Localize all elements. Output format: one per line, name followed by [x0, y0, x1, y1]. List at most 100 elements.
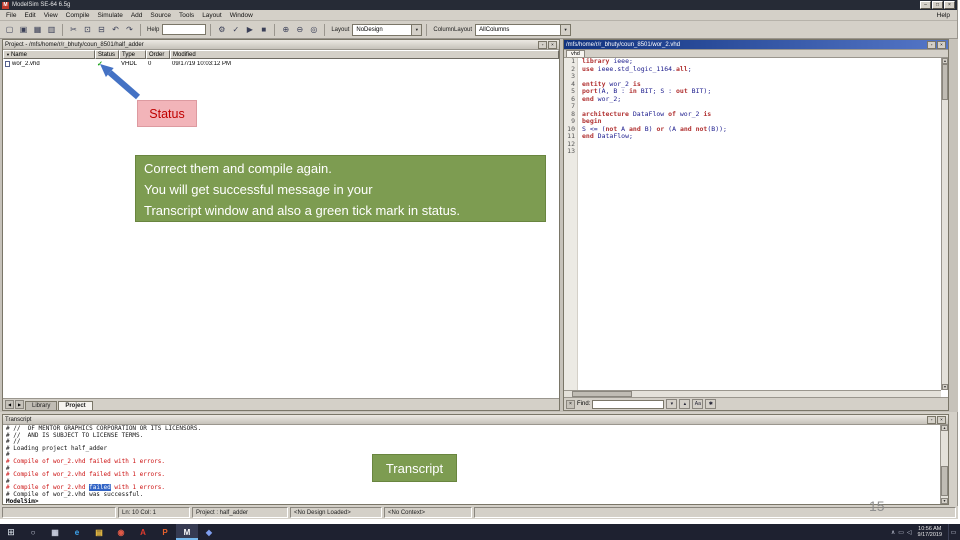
file-explorer-icon[interactable]: ▤ — [88, 524, 110, 540]
chevron-down-icon[interactable]: ▼ — [560, 24, 571, 35]
open-file-icon[interactable]: ▣ — [17, 23, 30, 36]
transcript-line: ModelSim> — [6, 497, 39, 504]
scroll-down-icon[interactable]: ▼ — [942, 384, 948, 390]
save-icon[interactable]: ▦ — [31, 23, 44, 36]
transcript-header[interactable]: Transcript ▫ × — [3, 415, 948, 425]
search-icon[interactable]: ○ — [22, 524, 44, 540]
task-view-icon[interactable]: ▦ — [44, 524, 66, 540]
taskbar-clock[interactable]: 10:56 AM 9/17/2019 — [915, 526, 945, 539]
start-button[interactable]: ⊞ — [0, 524, 22, 540]
menu-add[interactable]: Add — [127, 12, 147, 19]
scroll-up-icon[interactable]: ▲ — [941, 425, 948, 431]
print-icon[interactable]: ▥ — [45, 23, 58, 36]
editor-horizontal-scrollbar[interactable] — [564, 390, 941, 397]
chevron-down-icon[interactable]: ▼ — [411, 24, 422, 35]
tray-expand-icon[interactable]: ∧ — [891, 529, 895, 536]
maximize-button[interactable]: □ — [932, 1, 943, 9]
sort-indicator-icon: ▼ — [6, 52, 10, 57]
project-panel-header[interactable]: Project - /mfs/home/r/r_bhuty/coun_8501/… — [3, 40, 559, 50]
column-header-type[interactable]: Type — [119, 50, 146, 59]
redo-icon[interactable]: ↷ — [123, 23, 136, 36]
close-icon[interactable]: × — [548, 40, 557, 49]
network-icon[interactable]: ▭ — [898, 529, 904, 536]
find-previous-icon[interactable]: ▴ — [679, 399, 691, 409]
acrobat-icon[interactable]: A — [132, 524, 154, 540]
copy-icon[interactable]: ⊡ — [81, 23, 94, 36]
callout-box: Correct them and compile again. You will… — [135, 155, 546, 222]
project-panel: Project - /mfs/home/r/r_bhuty/coun_8501/… — [2, 39, 560, 411]
find-options-icon[interactable]: ✱ — [705, 399, 717, 409]
menu-layout[interactable]: Layout — [198, 12, 226, 19]
transcript-line: # Compile of wor_2.vhd failed with 1 err… — [6, 457, 165, 465]
close-icon[interactable]: × — [937, 415, 946, 424]
column-header-status[interactable]: Status — [95, 50, 119, 59]
toolbar-separator — [324, 23, 326, 36]
column-header-order[interactable]: Order — [146, 50, 170, 59]
dock-icon[interactable]: ▫ — [927, 415, 936, 424]
chrome-icon[interactable]: ◉ — [110, 524, 132, 540]
modelsim-icon[interactable]: M — [176, 524, 198, 540]
zoom-out-icon[interactable]: ⊖ — [293, 23, 307, 36]
notification-center-icon[interactable]: ▭ — [948, 524, 958, 540]
file-type: VHDL — [121, 60, 138, 67]
menu-edit[interactable]: Edit — [20, 12, 39, 19]
menu-file[interactable]: File — [2, 12, 20, 19]
find-next-icon[interactable]: ▾ — [666, 399, 678, 409]
dock-icon[interactable]: ▫ — [927, 40, 936, 49]
close-icon[interactable]: × — [937, 40, 946, 49]
transcript-scrollbar[interactable]: ▲ ▼ — [940, 425, 948, 504]
project-file-list[interactable]: wor_2.vhd ✓ VHDL 0 09/17/19 10:03:12 PM — [3, 59, 559, 398]
menu-view[interactable]: View — [40, 12, 62, 19]
menu-compile[interactable]: Compile — [62, 12, 94, 19]
editor-panel-header[interactable]: /mfs/home/r/r_bhuty/coun_8501/wor_2.vhd … — [564, 40, 948, 50]
tab-library[interactable]: Library — [25, 401, 58, 410]
titlebar: M ModelSim SE-64 6.5g – □ × — [0, 0, 957, 10]
scroll-down-icon[interactable]: ▼ — [941, 498, 948, 504]
compile-icon[interactable]: ⚙ — [215, 23, 229, 36]
volume-icon[interactable]: ◁ — [907, 529, 912, 536]
dock-icon[interactable]: ▫ — [538, 40, 547, 49]
scrollbar-thumb[interactable] — [942, 64, 948, 100]
close-button[interactable]: × — [944, 1, 955, 9]
editor-vertical-scrollbar[interactable]: ▲ ▼ — [941, 58, 948, 390]
break-icon[interactable]: ■ — [257, 23, 271, 36]
status-context: <No Context> — [384, 507, 472, 518]
edge-browser-icon[interactable]: e — [66, 524, 88, 540]
layout-dropdown[interactable]: NoDesign ▼ — [352, 23, 423, 36]
questa-icon[interactable]: ◆ — [198, 524, 220, 540]
code-editor[interactable]: 1 library ieee; 2 use ieee.std_logic_1164.a… — [564, 58, 941, 390]
transcript-panel: Transcript ▫ × # // OF MENTOR GRAPHICS C… — [2, 414, 949, 505]
tab-scroll-right-icon[interactable]: ▶ — [15, 400, 24, 409]
columnlayout-dropdown[interactable]: AllColumns ▼ — [475, 23, 572, 36]
menu-tools[interactable]: Tools — [175, 12, 198, 19]
menu-window[interactable]: Window — [226, 12, 257, 19]
match-case-icon[interactable]: Aa — [692, 399, 704, 409]
tab-scroll-left-icon[interactable]: ◀ — [5, 400, 14, 409]
menu-help[interactable]: Help — [932, 12, 955, 19]
scrollbar-thumb[interactable] — [941, 466, 948, 496]
minimize-button[interactable]: – — [920, 1, 931, 9]
table-row[interactable]: wor_2.vhd ✓ VHDL 0 09/17/19 10:03:12 PM — [3, 59, 559, 68]
zoom-in-icon[interactable]: ⊕ — [279, 23, 293, 36]
compile-all-icon[interactable]: ✓ — [229, 23, 243, 36]
new-file-icon[interactable]: ▢ — [3, 23, 16, 36]
menu-source[interactable]: Source — [146, 12, 175, 19]
status-design: <No Design Loaded> — [290, 507, 382, 518]
transcript-log[interactable]: # // OF MENTOR GRAPHICS CORPORATION OR I… — [3, 425, 940, 504]
simulate-icon[interactable]: ▶ — [243, 23, 257, 36]
undo-icon[interactable]: ↶ — [109, 23, 122, 36]
tab-vhd-file[interactable]: vhd — [566, 50, 585, 57]
tab-project[interactable]: Project — [58, 401, 93, 410]
mdi-area: Project - /mfs/home/r/r_bhuty/coun_8501/… — [0, 39, 958, 412]
column-header-name[interactable]: ▼ Name — [3, 50, 95, 59]
powerpoint-icon[interactable]: P — [154, 524, 176, 540]
menu-simulate[interactable]: Simulate — [94, 12, 127, 19]
help-search-input[interactable] — [162, 24, 207, 35]
close-icon[interactable]: × — [566, 399, 575, 409]
paste-icon[interactable]: ⊟ — [95, 23, 108, 36]
column-header-modified[interactable]: Modified — [170, 50, 559, 59]
find-input[interactable] — [592, 399, 665, 409]
zoom-full-icon[interactable]: ◎ — [307, 23, 321, 36]
transcript-line: # Loading project half_adder — [6, 444, 108, 452]
cut-icon[interactable]: ✂ — [67, 23, 80, 36]
